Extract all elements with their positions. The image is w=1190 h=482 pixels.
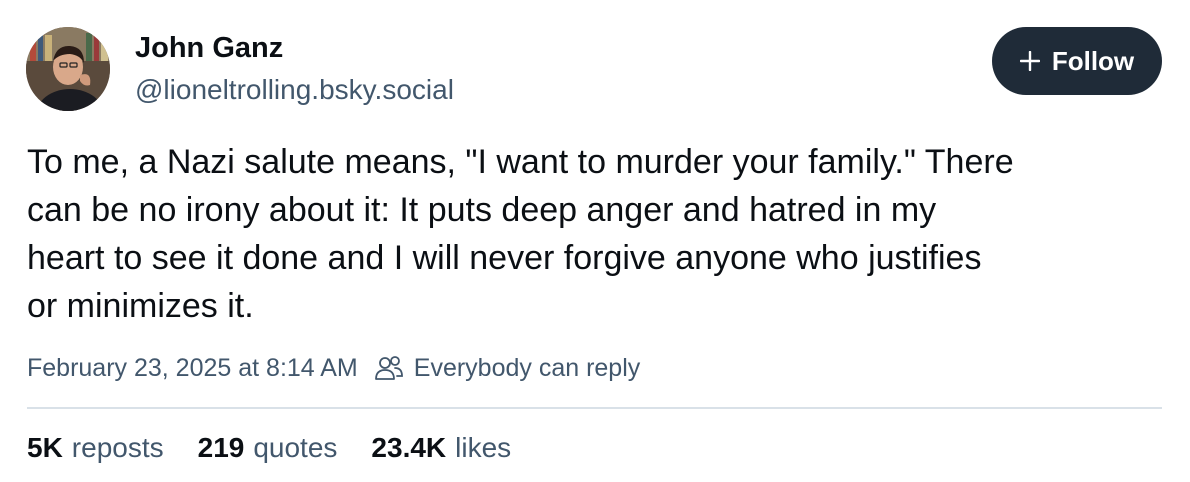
avatar[interactable]: [26, 27, 110, 111]
follow-button[interactable]: Follow: [992, 27, 1162, 95]
reply-settings[interactable]: Everybody can reply: [374, 353, 641, 383]
quotes-count: 219: [197, 432, 245, 463]
post-text-line: can be no irony about it: It puts deep a…: [27, 191, 937, 229]
post-text-line: heart to see it done and I will never fo…: [27, 239, 982, 277]
likes-label: likes: [455, 432, 512, 463]
likes-stat[interactable]: 23.4K likes: [371, 432, 511, 464]
avatar-photo: [26, 27, 110, 111]
engagement-stats: 5K reposts 219 quotes 23.4K likes: [27, 430, 545, 466]
post-meta: February 23, 2025 at 8:14 AM Everybody c…: [27, 350, 640, 386]
divider: [27, 407, 1162, 409]
post-text: To me, a Nazi salute means, "I want to m…: [27, 138, 1167, 330]
post-text-line: or minimizes it.: [27, 287, 254, 325]
author-handle[interactable]: @lioneltrolling.bsky.social: [135, 72, 454, 108]
reply-setting-label: Everybody can reply: [413, 353, 641, 382]
post-timestamp[interactable]: February 23, 2025 at 8:14 AM: [27, 354, 358, 383]
reposts-stat[interactable]: 5K reposts: [27, 432, 164, 464]
follow-label: Follow: [1051, 46, 1135, 76]
reposts-label: reposts: [71, 432, 164, 463]
post-text-line: To me, a Nazi salute means, "I want to m…: [27, 143, 1014, 181]
quotes-label: quotes: [253, 432, 338, 463]
post-card: John Ganz @lioneltrolling.bsky.social Fo…: [0, 0, 1190, 482]
plus-icon: [1019, 51, 1040, 71]
author-name[interactable]: John Ganz: [135, 30, 283, 66]
quotes-stat[interactable]: 219 quotes: [198, 432, 338, 464]
reposts-count: 5K: [27, 432, 63, 463]
likes-count: 23.4K: [371, 432, 447, 463]
people-icon: [374, 356, 403, 380]
